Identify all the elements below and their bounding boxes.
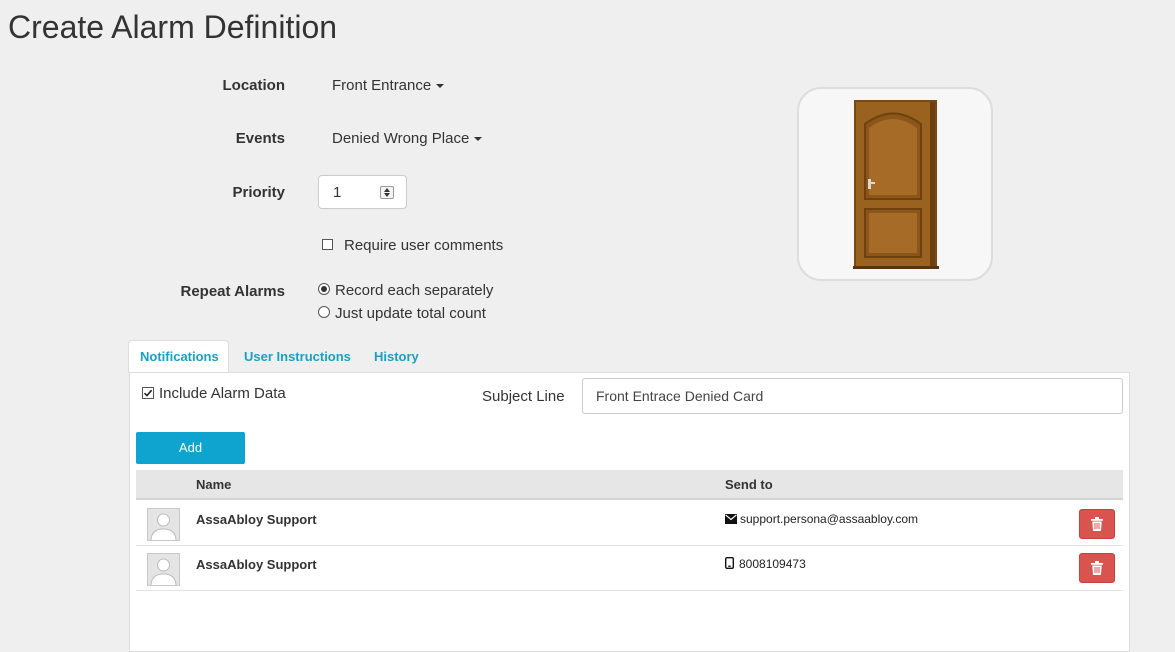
page-title: Create Alarm Definition [8,9,338,45]
priority-value: 1 [333,184,342,201]
caret-down-icon [474,137,483,142]
recipient-send-to: support.persona@assaabloy.com [725,512,918,526]
table-row: AssaAbloy Support support.persona@assaab… [136,501,1123,546]
delete-recipient-button[interactable] [1079,509,1115,539]
recipient-name: AssaAbloy Support [196,557,317,572]
events-value: Denied Wrong Place [332,130,470,147]
delete-recipient-button[interactable] [1079,553,1115,583]
recipient-send-to: 8008109473 [724,556,806,571]
repeat-alarms-label: Repeat Alarms [180,283,286,300]
recipient-email: support.persona@assaabloy.com [740,512,919,526]
location-label: Location [222,77,286,94]
user-silhouette-icon [150,558,177,585]
require-comments-label: Require user comments [344,237,504,254]
checkmark-icon [143,389,153,397]
user-silhouette-icon [150,513,177,540]
priority-label: Priority [232,184,285,201]
recipients-table-header: Name Send to [136,470,1123,500]
record-separately-radio[interactable] [318,283,330,295]
door-image-card [797,87,993,281]
add-recipient-button[interactable]: Add [136,432,245,464]
include-alarm-data-label: Include Alarm Data [159,385,286,402]
envelope-icon [725,514,737,524]
trash-icon [1091,561,1103,575]
tab-notifications-label[interactable]: Notifications [140,349,219,364]
priority-stepper[interactable] [380,186,394,199]
include-alarm-data-checkbox[interactable] [142,387,154,399]
door-icon [853,100,939,269]
stepper-up-icon[interactable] [384,188,390,192]
tab-user-instructions[interactable]: User Instructions [244,349,351,364]
subject-line-input[interactable]: Front Entrace Denied Card [582,378,1123,414]
stepper-down-icon[interactable] [384,193,390,197]
send-to-column-header: Send to [725,477,773,492]
location-dropdown[interactable]: Front Entrance [332,77,445,94]
recipient-name: AssaAbloy Support [196,512,317,527]
recipient-phone: 8008109473 [739,557,806,571]
record-separately-label: Record each separately [335,282,494,299]
require-comments-checkbox[interactable] [322,239,333,250]
update-count-radio[interactable] [318,306,330,318]
trash-icon [1091,517,1103,531]
avatar [147,553,180,586]
update-count-label: Just update total count [335,305,486,322]
mobile-phone-icon [724,556,734,570]
priority-input[interactable]: 1 [318,175,407,209]
events-dropdown[interactable]: Denied Wrong Place [332,130,483,147]
events-label: Events [235,130,285,147]
avatar [147,508,180,541]
location-value: Front Entrance [332,77,432,94]
caret-down-icon [436,84,445,89]
name-column-header: Name [196,477,232,492]
table-row: AssaAbloy Support 8008109473 [136,546,1123,591]
subject-line-label: Subject Line [482,388,565,405]
tab-history[interactable]: History [374,349,419,364]
